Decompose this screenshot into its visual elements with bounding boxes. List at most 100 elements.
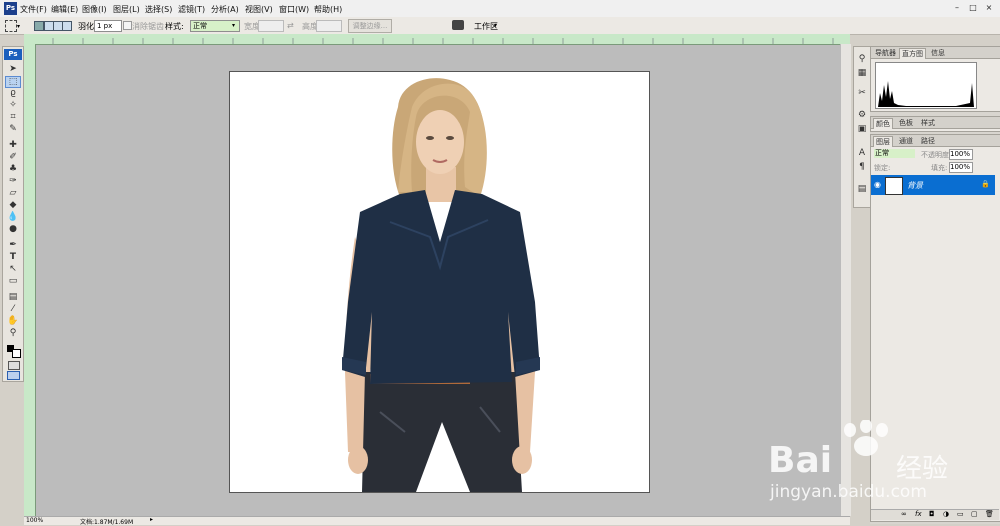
model-photo bbox=[342, 78, 540, 492]
ruler-ticks bbox=[52, 38, 834, 44]
antialias-checkbox[interactable] bbox=[123, 21, 132, 30]
path-selection-tool-icon[interactable]: ↖ bbox=[6, 264, 20, 274]
clone-stamp-tool-icon[interactable]: ♣ bbox=[6, 164, 20, 174]
intersect-selection-icon[interactable] bbox=[62, 21, 72, 31]
tab-histogram[interactable]: 直方图 bbox=[899, 48, 926, 59]
layer-thumbnail bbox=[885, 177, 903, 195]
histogram-panel: 导航器 直方图 信息 bbox=[870, 46, 1000, 112]
watermark-logo-text: Bai bbox=[768, 440, 833, 481]
close-button[interactable]: × bbox=[982, 3, 996, 14]
brush-panel-icon[interactable]: ⚲ bbox=[856, 53, 868, 65]
color-panel: 颜色 色板 样式 bbox=[870, 116, 1000, 132]
eye-icon[interactable]: ◉ bbox=[874, 180, 881, 189]
menu-filter[interactable]: 滤镜(T) bbox=[178, 4, 205, 15]
tab-styles[interactable]: 样式 bbox=[919, 118, 937, 128]
vertical-ruler bbox=[24, 34, 36, 516]
background-color-swatch[interactable] bbox=[12, 349, 21, 358]
magic-wand-tool-icon[interactable]: ✧ bbox=[6, 100, 20, 110]
quick-mask-icon[interactable] bbox=[8, 361, 20, 370]
tab-navigator[interactable]: 导航器 bbox=[873, 48, 898, 58]
lock-label: 锁定: bbox=[874, 164, 891, 172]
zoom-tool-icon[interactable]: ⚲ bbox=[6, 328, 20, 338]
opacity-label: 不透明度: bbox=[921, 151, 952, 159]
tab-paths[interactable]: 路径 bbox=[919, 136, 937, 146]
swap-icon[interactable]: ⇄ bbox=[287, 21, 294, 30]
tab-color[interactable]: 颜色 bbox=[873, 118, 893, 129]
shape-tool-icon[interactable]: ▭ bbox=[6, 276, 20, 286]
baidu-watermark: Bai 经验 jingyan.baidu.com bbox=[760, 420, 1000, 520]
options-bar: ▾ 羽化: 1 px 消除锯齿 样式: 正常 ▾ 宽度: ⇄ 高度: 调整边缘.… bbox=[0, 17, 1000, 35]
style-label: 样式: bbox=[165, 22, 184, 31]
tab-channels[interactable]: 通道 bbox=[897, 136, 915, 146]
layer-comps-icon[interactable]: ▤ bbox=[856, 183, 868, 195]
menu-view[interactable]: 视图(V) bbox=[245, 4, 273, 15]
character-panel-icon[interactable]: A bbox=[856, 147, 868, 159]
watermark-brand: 经验 bbox=[896, 454, 949, 484]
healing-brush-tool-icon[interactable]: ✚ bbox=[6, 140, 20, 150]
marquee-preset-icon[interactable] bbox=[5, 20, 17, 32]
maximize-button[interactable]: □ bbox=[966, 3, 980, 14]
height-input[interactable] bbox=[316, 20, 342, 32]
crop-tool-icon[interactable]: ⌗ bbox=[6, 112, 20, 122]
photoshop-app-icon[interactable]: Ps bbox=[4, 2, 17, 15]
layer-row[interactable]: ◉ 背景 🔒 bbox=[871, 175, 995, 195]
hand-tool-icon[interactable]: ✋ bbox=[6, 316, 20, 326]
histogram-graph bbox=[875, 62, 977, 109]
menu-edit[interactable]: 编辑(E) bbox=[51, 4, 78, 15]
blur-tool-icon[interactable]: 💧 bbox=[6, 212, 20, 222]
feather-input[interactable]: 1 px bbox=[94, 20, 122, 32]
move-tool-icon[interactable]: ➤ bbox=[6, 64, 20, 74]
ps-badge-icon[interactable]: Ps bbox=[4, 49, 22, 60]
menu-analysis[interactable]: 分析(A) bbox=[211, 4, 239, 15]
new-selection-icon[interactable] bbox=[34, 21, 44, 31]
history-brush-tool-icon[interactable]: ✑ bbox=[6, 176, 20, 186]
tab-swatches[interactable]: 色板 bbox=[897, 118, 915, 128]
histogram-curve bbox=[878, 81, 974, 107]
menu-image[interactable]: 图像(I) bbox=[82, 4, 107, 15]
clone-source-icon[interactable]: ▦ bbox=[856, 67, 868, 79]
tab-layers[interactable]: 图层 bbox=[873, 136, 893, 147]
opacity-input[interactable]: 100% bbox=[949, 149, 973, 160]
blend-mode-select[interactable]: 正常 bbox=[874, 149, 915, 158]
eraser-tool-icon[interactable]: ▱ bbox=[6, 188, 20, 198]
history-panel-icon[interactable]: ⚙ bbox=[856, 109, 868, 121]
watermark-url: jingyan.baidu.com bbox=[770, 482, 927, 502]
refine-edge-button[interactable]: 调整边缘... bbox=[348, 19, 392, 33]
brush-tool-icon[interactable]: ✐ bbox=[6, 152, 20, 162]
paint-bucket-tool-icon[interactable]: ◆ bbox=[6, 200, 20, 210]
menu-select[interactable]: 选择(S) bbox=[145, 4, 172, 15]
minimize-button[interactable]: – bbox=[950, 3, 964, 14]
dodge-tool-icon[interactable]: ● bbox=[6, 224, 20, 234]
actions-panel-icon[interactable]: ▣ bbox=[856, 123, 868, 135]
eyedropper-tool-icon[interactable]: ⁄ bbox=[6, 304, 20, 314]
tab-info[interactable]: 信息 bbox=[929, 48, 947, 58]
status-arrow-icon[interactable]: ▸ bbox=[150, 516, 153, 523]
paragraph-panel-icon[interactable]: ¶ bbox=[856, 161, 868, 173]
chevron-down-icon: ▾ bbox=[494, 22, 498, 29]
notes-tool-icon[interactable]: ▤ bbox=[6, 292, 20, 302]
type-tool-icon[interactable]: T bbox=[6, 252, 20, 262]
chevron-down-icon[interactable]: ▾ bbox=[17, 23, 20, 30]
tool-presets-icon[interactable]: ✂ bbox=[856, 87, 868, 99]
marquee-tool-icon[interactable]: ⬚ bbox=[5, 76, 21, 88]
menu-help[interactable]: 帮助(H) bbox=[314, 4, 342, 15]
toolbox: Ps ➤ ⬚ ϱ ✧ ⌗ ✎ ✚ ✐ ♣ ✑ ▱ ◆ 💧 ● ✒ T ↖ ▭ ▤… bbox=[2, 46, 24, 382]
histogram-panel-tabs: 导航器 直方图 信息 bbox=[871, 47, 1000, 59]
brush-palette-icon[interactable] bbox=[452, 20, 464, 30]
slice-tool-icon[interactable]: ✎ bbox=[6, 124, 20, 134]
menu-layer[interactable]: 图层(L) bbox=[113, 4, 140, 15]
lock-icon: 🔒 bbox=[981, 180, 990, 188]
lasso-tool-icon[interactable]: ϱ bbox=[6, 88, 20, 98]
fill-input[interactable]: 100% bbox=[949, 162, 973, 173]
document-info[interactable]: 文档:1.87M/1.69M bbox=[80, 517, 133, 526]
layer-name[interactable]: 背景 bbox=[907, 180, 923, 191]
zoom-level[interactable]: 100% bbox=[26, 517, 43, 524]
width-input[interactable] bbox=[258, 20, 284, 32]
antialias-label: 消除锯齿 bbox=[132, 22, 164, 31]
pen-tool-icon[interactable]: ✒ bbox=[6, 240, 20, 250]
menu-window[interactable]: 窗口(W) bbox=[279, 4, 309, 15]
image-canvas[interactable] bbox=[229, 71, 650, 493]
screen-mode-icon[interactable] bbox=[7, 371, 20, 380]
menu-file[interactable]: 文件(F) bbox=[20, 4, 47, 15]
layers-panel-tabs: 图层 通道 路径 bbox=[871, 135, 1000, 147]
